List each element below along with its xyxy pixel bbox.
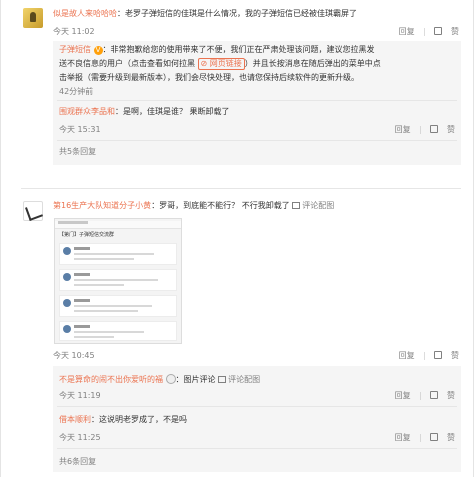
reply-text: ：图片评论	[175, 375, 216, 384]
divider	[57, 406, 457, 407]
comment-image-link[interactable]: 评论配图	[218, 375, 260, 384]
like-button[interactable]: 赞	[430, 391, 455, 400]
reply-username[interactable]: 围观群众李品和	[59, 107, 115, 116]
comment-line: 第16生产大队知道分子小黄：罗哥，到底能不能行？ 不行我卸载了 评论配图	[53, 200, 334, 212]
like-button[interactable]: 赞	[434, 351, 459, 360]
comment-time: 今天 11:02	[53, 27, 95, 36]
divider	[57, 448, 457, 449]
comment-divider	[21, 188, 461, 189]
more-replies-link[interactable]: 共5条回复	[59, 146, 96, 158]
thumb-up-icon	[430, 391, 439, 399]
screenshot-title: 【第门】子弹短信交流群	[59, 232, 115, 238]
screenshot-toolbar	[55, 221, 181, 229]
reply-username[interactable]: 借本顺利	[59, 415, 91, 424]
thumb-up-icon	[434, 351, 443, 359]
picture-icon	[218, 376, 227, 383]
reply-text: ：非常抱歉给您的使用带来了不便，我们正在严肃处理该问题，建议您拉黑发	[102, 45, 375, 54]
screenshot-message	[59, 243, 177, 265]
thumb-up-icon	[430, 125, 439, 133]
comment-image-link[interactable]: 评论配图	[292, 201, 334, 210]
separator: |	[423, 27, 426, 36]
more-replies-link[interactable]: 共6条回复	[59, 456, 96, 468]
comment-time: 今天 10:45	[53, 351, 95, 360]
reply-button[interactable]: 回复	[399, 351, 415, 360]
reply-time: 42分钟前	[59, 87, 94, 96]
comment-screenshot[interactable]: 【第门】子弹短信交流群	[54, 218, 182, 344]
reply-actions: 回复 | 赞	[389, 432, 455, 443]
picture-icon	[292, 202, 301, 209]
comment-text: ：老罗子弹短信的佳琪是什么情况，我的子弹短信已经被佳琪霸屏了	[117, 9, 357, 18]
reply-time: 今天 11:19	[59, 391, 101, 400]
reply-line: 借本顺利：这说明老罗成了，不是吗	[59, 414, 187, 426]
comment-actions: 回复 | 赞	[393, 350, 459, 361]
divider	[57, 140, 457, 141]
reply-username[interactable]: 子弹短信	[59, 45, 91, 54]
emoji-icon	[165, 374, 176, 384]
thumb-up-icon	[434, 27, 443, 35]
reply-line: 不是算命的闹不出你爱听的福 ：图片评论 评论配图	[59, 374, 260, 386]
avatar[interactable]	[23, 201, 43, 221]
reply-text: ：这说明老罗成了，不是吗	[91, 415, 187, 424]
avatar[interactable]	[23, 8, 43, 28]
screenshot-message	[59, 321, 177, 341]
screenshot-message	[59, 269, 177, 291]
separator: |	[419, 433, 422, 442]
reply-line: 送不良信息的用户（点击查看如何拉黑 ⊘ 网页链接 ）并且长按消息在随后弹出的菜单中…	[59, 58, 381, 70]
separator: |	[419, 391, 422, 400]
reply-time: 今天 11:25	[59, 433, 101, 442]
comment-text: ：罗哥，到底能不能行？ 不行我卸载了	[151, 201, 290, 210]
reply-line: 击举报（需要升级到最新版本），我们会尽快处理，也请您保持后续软件的更新升级。	[59, 73, 359, 82]
separator: |	[423, 351, 426, 360]
reply-button[interactable]: 回复	[395, 125, 411, 134]
thumb-up-icon	[430, 433, 439, 441]
comment-username[interactable]: 似是故人来哈哈哈	[53, 9, 117, 18]
comment-feed: 似是故人来哈哈哈：老罗子弹短信的佳琪是什么情况，我的子弹短信已经被佳琪霸屏了 今…	[0, 0, 474, 477]
reply-button[interactable]: 回复	[399, 27, 415, 36]
comment-line: 似是故人来哈哈哈：老罗子弹短信的佳琪是什么情况，我的子弹短信已经被佳琪霸屏了	[53, 8, 357, 20]
like-button[interactable]: 赞	[434, 27, 459, 36]
screenshot-message	[59, 295, 177, 317]
reply-text: ：是啊，佳琪是谁？ 果断卸载了	[115, 107, 230, 116]
separator: |	[419, 125, 422, 134]
web-link[interactable]: ⊘ 网页链接	[197, 58, 245, 70]
link-icon: ⊘	[200, 59, 208, 68]
reply-username[interactable]: 不是算命的闹不出你爱听的福	[59, 375, 163, 384]
verified-icon: V	[93, 46, 103, 55]
reply-button[interactable]: 回复	[395, 391, 411, 400]
like-button[interactable]: 赞	[430, 433, 455, 442]
comment-actions: 回复 | 赞	[393, 26, 459, 37]
reply-actions: 回复 | 赞	[389, 124, 455, 135]
comment-username[interactable]: 第16生产大队知道分子小黄	[53, 201, 151, 210]
reply-actions: 回复 | 赞	[389, 390, 455, 401]
reply-line: 围观群众李品和：是啊，佳琪是谁？ 果断卸载了	[59, 106, 230, 118]
divider	[57, 100, 457, 101]
reply-line: 子弹短信 V ：非常抱歉给您的使用带来了不便，我们正在严肃处理该问题，建议您拉黑发	[59, 44, 375, 56]
like-button[interactable]: 赞	[430, 125, 455, 134]
reply-button[interactable]: 回复	[395, 433, 411, 442]
reply-time: 今天 15:31	[59, 125, 101, 134]
